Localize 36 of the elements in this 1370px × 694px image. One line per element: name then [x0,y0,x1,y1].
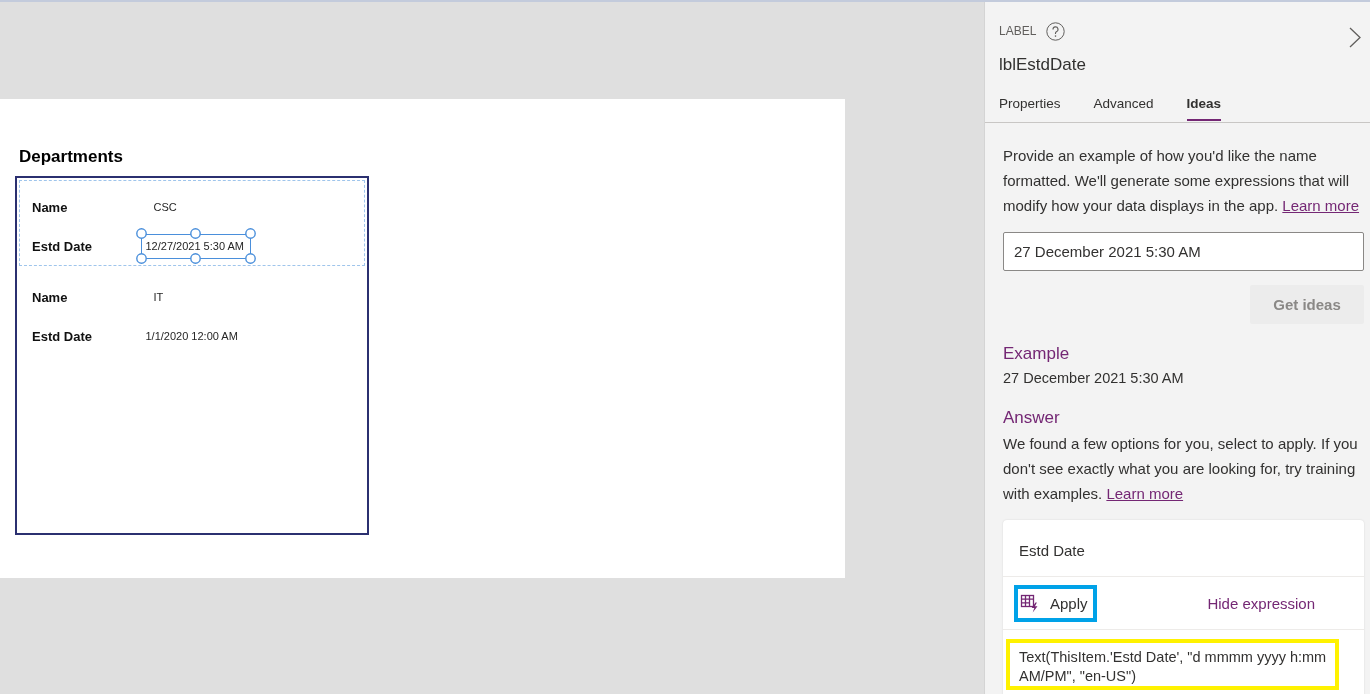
screen-title: Departments [19,146,123,168]
field-label: Estd Date [32,238,92,254]
resize-handle-icon[interactable] [245,228,257,239]
suggestion-title: Estd Date [1019,542,1085,559]
example-input[interactable]: 27 December 2021 5:30 AM [1003,232,1364,271]
help-icon[interactable] [1046,21,1066,41]
resize-handle-icon[interactable] [245,253,257,264]
selected-item-outline[interactable]: Name CSC Estd Date 12/27/2021 5:30 AM [19,180,365,266]
gallery-item[interactable]: Name IT Estd Date 1/1/2020 12:00 AM [19,270,365,356]
intro-text: Provide an example of how you'd like the name formatted. We'll generate some expressions that will modify how your data displays in the app. Learn more [1003,145,1361,216]
field-label: Name [32,289,68,305]
learn-more-link[interactable]: Learn more [1106,484,1184,502]
field-value: 1/1/2020 12:00 AM [144,328,239,344]
section-heading: Example [1003,343,1070,365]
panel-tab[interactable]: Ideas [1186,86,1222,121]
panel-tab[interactable]: Properties [999,86,1061,121]
field-value: IT [152,289,165,305]
table-lightning-icon [1020,593,1040,613]
panel-tab[interactable]: Advanced [1093,86,1154,121]
apply-button[interactable]: Apply [1014,584,1098,622]
learn-more-link[interactable]: Learn more [1282,196,1360,214]
resize-handle-icon[interactable] [190,253,202,264]
control-type-label: LABEL [999,24,1037,38]
resize-handle-icon[interactable] [135,228,147,239]
answer-text: We found a few options for you, select to apply. If you don't see exactly what you are looking for, try training with examples. Learn more [1003,433,1359,504]
field-label: Estd Date [32,328,92,344]
section-heading: Answer [1003,407,1060,429]
control-name: lblEstdDate [999,54,1086,76]
resize-handle-icon[interactable] [135,253,147,264]
example-text: 27 December 2021 5:30 AM [1003,369,1184,388]
field-label: Name [32,199,68,215]
expression-text: Text(ThisItem.'Estd Date', "d mmmm yyyy h:mm AM/PM", "en-US") [1006,639,1339,690]
chevron-right-icon[interactable] [1349,27,1361,48]
resize-handle-icon[interactable] [190,228,202,239]
field-value: CSC [152,199,178,215]
hide-expression-link[interactable]: Hide expression [1207,594,1315,612]
